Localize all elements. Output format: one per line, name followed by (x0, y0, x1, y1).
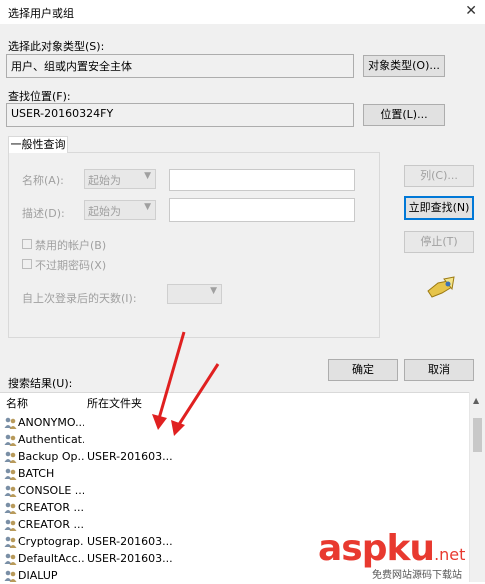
object-type-field: 用户、组或内置安全主体 (6, 54, 354, 78)
description-input[interactable] (169, 198, 355, 222)
description-label: 描述(D): (22, 207, 65, 220)
locations-button[interactable]: 位置(L)... (363, 104, 445, 126)
stop-button[interactable]: 停止(T) (404, 231, 474, 253)
location-field: USER-20160324FY (6, 103, 354, 127)
scrollbar-thumb[interactable] (473, 418, 482, 452)
row-name: CONSOLE ... (18, 484, 84, 497)
table-row[interactable]: Backup Op... USER-201603... (0, 448, 470, 465)
close-icon[interactable]: ✕ (465, 3, 477, 19)
location-label: 查找位置(F): (8, 90, 71, 103)
disabled-accounts-checkbox[interactable] (22, 239, 32, 249)
chevron-down-icon: ▼ (210, 286, 217, 296)
non-expiring-password-checkbox[interactable] (22, 259, 32, 269)
row-name: Cryptograp... (18, 535, 84, 548)
row-name: CREATOR ... (18, 518, 84, 531)
user-group-icon (4, 417, 17, 429)
scroll-up-icon[interactable]: ▲ (473, 396, 479, 405)
user-group-icon (4, 468, 17, 480)
watermark-subtitle: 免费网站源码下载站 (372, 570, 462, 581)
row-name: DIALUP (18, 569, 58, 582)
user-group-icon (4, 451, 17, 463)
days-since-logon-combo[interactable]: ▼ (167, 284, 222, 304)
chevron-down-icon: ▼ (144, 202, 151, 212)
row-name: ANONYMO... (18, 416, 84, 429)
user-group-icon (4, 519, 17, 531)
row-name: BATCH (18, 467, 55, 480)
row-name: CREATOR ... (18, 501, 84, 514)
name-label: 名称(A): (22, 174, 64, 187)
find-now-button[interactable]: 立即查找(N) (404, 196, 474, 220)
name-match-combo[interactable]: 起始为 ▼ (84, 169, 156, 189)
name-match-value: 起始为 (88, 174, 121, 187)
window-title: 选择用户或组 (8, 7, 74, 20)
object-type-label: 选择此对象类型(S): (8, 40, 105, 53)
results-scrollbar[interactable]: ▲ (469, 392, 485, 582)
search-results-label: 搜索结果(U): (8, 377, 73, 390)
table-row[interactable]: CONSOLE ... (0, 482, 470, 499)
days-since-logon-label: 自上次登录后的天数(I): (22, 292, 137, 305)
row-name: DefaultAcc... (18, 552, 84, 565)
name-input[interactable] (169, 169, 355, 191)
user-group-icon (4, 570, 17, 582)
annotation-arrows (152, 331, 220, 436)
user-group-icon (4, 434, 17, 446)
title-bar: 选择用户或组 ✕ (0, 0, 485, 24)
object-types-button[interactable]: 对象类型(O)... (363, 55, 445, 77)
table-row[interactable]: ANONYMO... (0, 414, 470, 431)
row-name: Authenticat... (18, 433, 84, 446)
column-header-folder[interactable]: 所在文件夹 (87, 395, 142, 411)
description-match-combo[interactable]: 起始为 ▼ (84, 200, 156, 220)
chevron-down-icon: ▼ (144, 171, 151, 181)
select-users-groups-dialog: 选择用户或组 ✕ 选择此对象类型(S): 用户、组或内置安全主体 对象类型(O)… (0, 0, 485, 583)
watermark-logo: aspku.net (318, 528, 466, 569)
row-folder: USER-201603... (87, 450, 173, 463)
non-expiring-password-label: 不过期密码(X) (35, 259, 107, 272)
row-folder: USER-201603... (87, 552, 173, 565)
table-row[interactable]: Authenticat... (0, 431, 470, 448)
search-flashlight-icon (427, 276, 455, 298)
disabled-accounts-label: 禁用的帐户(B) (35, 239, 107, 252)
tab-common-queries[interactable]: 一般性查询 (8, 136, 68, 153)
user-group-icon (4, 502, 17, 514)
user-group-icon (4, 485, 17, 497)
cancel-button[interactable]: 取消 (404, 359, 474, 381)
column-header-name[interactable]: 名称 (6, 395, 28, 411)
ok-button[interactable]: 确定 (328, 359, 398, 381)
description-match-value: 起始为 (88, 205, 121, 218)
row-name: Backup Op... (18, 450, 84, 463)
row-folder: USER-201603... (87, 535, 173, 548)
columns-button[interactable]: 列(C)... (404, 165, 474, 187)
table-row[interactable]: BATCH (0, 465, 470, 482)
user-group-icon (4, 536, 17, 548)
user-group-icon (4, 553, 17, 565)
table-row[interactable]: CREATOR ... (0, 499, 470, 516)
